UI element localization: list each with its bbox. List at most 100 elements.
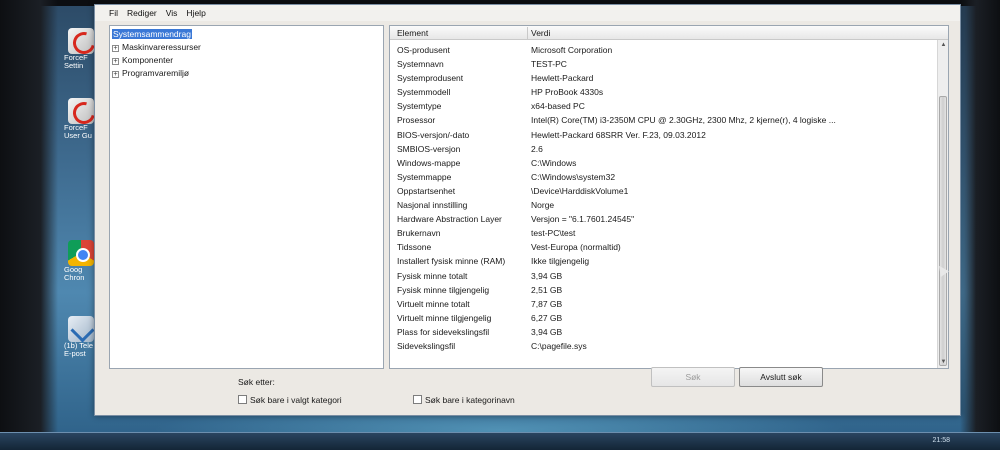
scroll-down-arrow-icon[interactable]: ▼ bbox=[938, 357, 948, 368]
row-element-cell: Systemtype bbox=[397, 101, 442, 112]
row-element-cell: Hardware Abstraction Layer bbox=[397, 214, 502, 225]
desktop-icon-forcefield-userguide[interactable]: ForceF User Gu bbox=[64, 98, 98, 140]
system-information-window: Fil Rediger Vis Hjelp Systemsammendrag +… bbox=[94, 4, 961, 416]
monitor-bezel-right bbox=[960, 0, 1000, 450]
row-element-cell: Systemprodusent bbox=[397, 73, 464, 84]
table-row[interactable]: Systemtype x64-based PC bbox=[390, 99, 930, 113]
expand-plus-icon[interactable]: + bbox=[112, 58, 119, 65]
table-row[interactable]: Windows-mappe C:\Windows bbox=[390, 156, 930, 170]
row-value-cell: Versjon = "6.1.7601.24545" bbox=[531, 214, 635, 225]
search-label: Søk etter: bbox=[238, 377, 275, 387]
close-search-button[interactable]: Avslutt søk bbox=[739, 367, 823, 387]
table-row[interactable]: Plass for sidevekslingsfil 3,94 GB bbox=[390, 325, 930, 339]
table-row[interactable]: Fysisk minne totalt 3,94 GB bbox=[390, 269, 930, 283]
tree-item-components[interactable]: + Komponenter bbox=[112, 54, 173, 66]
row-value-cell: Ikke tilgjengelig bbox=[531, 256, 590, 267]
table-row[interactable]: Systemmappe C:\Windows\system32 bbox=[390, 170, 930, 184]
scroll-up-arrow-icon[interactable]: ▲ bbox=[938, 40, 948, 51]
row-element-cell: Prosessor bbox=[397, 115, 436, 126]
table-row[interactable]: Oppstartsenhet \Device\HarddiskVolume1 bbox=[390, 184, 930, 198]
table-row[interactable]: Systemprodusent Hewlett-Packard bbox=[390, 71, 930, 85]
table-row[interactable]: Tidssone Vest-Europa (normaltid) bbox=[390, 240, 930, 254]
row-element-cell: Plass for sidevekslingsfil bbox=[397, 326, 490, 337]
row-element-cell: Sidevekslingsfil bbox=[397, 340, 456, 351]
tree-item-label: Maskinvareressurser bbox=[122, 42, 201, 52]
table-row[interactable]: BIOS-versjon/-dato Hewlett-Packard 68SRR … bbox=[390, 128, 930, 142]
checkbox-icon[interactable] bbox=[413, 395, 422, 404]
column-header-value[interactable]: Verdi bbox=[531, 28, 550, 38]
desktop-icon-google-chrome[interactable]: Goog Chron bbox=[64, 240, 98, 282]
row-element-cell: Installert fysisk minne (RAM) bbox=[397, 256, 506, 267]
vertical-scrollbar[interactable]: ▲ ▼ bbox=[937, 40, 948, 368]
tree-item-label: Systemsammendrag bbox=[112, 29, 192, 39]
table-row[interactable]: Systemmodell HP ProBook 4330s bbox=[390, 85, 930, 99]
desktop-icon-telenor[interactable]: (1b) Tele E-post bbox=[64, 316, 98, 358]
menu-bar: Fil Rediger Vis Hjelp bbox=[95, 5, 960, 21]
desktop-icon-label: Goog Chron bbox=[64, 266, 85, 282]
row-value-cell: C:\pagefile.sys bbox=[531, 340, 587, 351]
details-list: Element Verdi OS-produsent Microsoft Corp… bbox=[389, 25, 949, 369]
desktop-icon-label: ForceF Settin bbox=[64, 54, 88, 70]
table-row[interactable]: Sidevekslingsfil C:\pagefile.sys bbox=[390, 339, 930, 353]
scroll-thumb[interactable] bbox=[939, 96, 947, 366]
row-element-cell: Systemmodell bbox=[397, 87, 451, 98]
menu-file[interactable]: Fil bbox=[109, 8, 118, 18]
desktop-icon-forcefield-settings[interactable]: ForceF Settin bbox=[64, 28, 98, 70]
tree-item-software-environment[interactable]: + Programvaremiljø bbox=[112, 67, 189, 79]
table-row[interactable]: Brukernavn test-PC\test bbox=[390, 226, 930, 240]
row-value-cell: 6,27 GB bbox=[531, 312, 563, 323]
row-element-cell: Systemnavn bbox=[397, 59, 444, 70]
list-header: Element Verdi bbox=[390, 26, 948, 40]
menu-view[interactable]: Vis bbox=[166, 8, 178, 18]
tree-item-hardware-resources[interactable]: + Maskinvareressurser bbox=[112, 41, 201, 53]
expand-plus-icon[interactable]: + bbox=[112, 45, 119, 52]
menu-help[interactable]: Hjelp bbox=[186, 8, 205, 18]
expand-plus-icon[interactable]: + bbox=[112, 71, 119, 78]
row-element-cell: Windows-mappe bbox=[397, 157, 461, 168]
forcefield-icon bbox=[68, 28, 94, 54]
table-row[interactable]: Prosessor Intel(R) Core(TM) i3-2350M CPU … bbox=[390, 113, 930, 127]
table-row[interactable]: Virtuelt minne totalt 7,87 GB bbox=[390, 297, 930, 311]
row-element-cell: Fysisk minne totalt bbox=[397, 270, 468, 281]
table-row[interactable]: Systemnavn TEST-PC bbox=[390, 57, 930, 71]
tree-item-label: Komponenter bbox=[122, 55, 174, 65]
row-element-cell: Brukernavn bbox=[397, 228, 441, 239]
tree-item-system-summary[interactable]: Systemsammendrag bbox=[112, 28, 192, 40]
row-value-cell: 7,87 GB bbox=[531, 298, 563, 309]
menu-edit[interactable]: Rediger bbox=[127, 8, 157, 18]
chrome-icon bbox=[68, 240, 94, 266]
table-row[interactable]: Virtuelt minne tilgjengelig 6,27 GB bbox=[390, 311, 930, 325]
table-row[interactable]: Hardware Abstraction Layer Versjon = "6.1… bbox=[390, 212, 930, 226]
row-value-cell: C:\Windows bbox=[531, 157, 577, 168]
table-row[interactable]: Installert fysisk minne (RAM) Ikke tilgje… bbox=[390, 254, 930, 268]
row-value-cell: 3,94 GB bbox=[531, 270, 563, 281]
table-row[interactable]: SMBIOS-versjon 2.6 bbox=[390, 142, 930, 156]
row-value-cell: TEST-PC bbox=[531, 59, 567, 70]
checkbox-only-selected-category[interactable]: Søk bare i valgt kategori bbox=[238, 394, 342, 406]
search-button[interactable]: Søk bbox=[651, 367, 735, 387]
row-value-cell: 2,51 GB bbox=[531, 284, 563, 295]
row-value-cell: HP ProBook 4330s bbox=[531, 87, 604, 98]
row-value-cell: test-PC\test bbox=[531, 228, 576, 239]
checkbox-label: Søk bare i kategorinavn bbox=[425, 395, 515, 405]
checkbox-icon[interactable] bbox=[238, 395, 247, 404]
desktop-icon-label: (1b) Tele E-post bbox=[64, 342, 94, 358]
taskbar: 21:58 bbox=[0, 432, 1000, 450]
row-value-cell: Hewlett-Packard bbox=[531, 73, 594, 84]
checkbox-only-category-names[interactable]: Søk bare i kategorinavn bbox=[413, 394, 515, 406]
monitor-bezel-left bbox=[0, 0, 58, 450]
taskbar-clock[interactable]: 21:58 bbox=[932, 437, 950, 444]
search-input[interactable] bbox=[305, 371, 645, 389]
table-row[interactable]: Fysisk minne tilgjengelig 2,51 GB bbox=[390, 283, 930, 297]
table-row[interactable]: OS-produsent Microsoft Corporation bbox=[390, 43, 930, 57]
row-value-cell: 3,94 GB bbox=[531, 326, 563, 337]
column-divider[interactable] bbox=[527, 27, 528, 39]
column-header-element[interactable]: Element bbox=[397, 28, 428, 38]
row-element-cell: Fysisk minne tilgjengelig bbox=[397, 284, 490, 295]
table-row[interactable]: Nasjonal innstilling Norge bbox=[390, 198, 930, 212]
category-tree: Systemsammendrag + Maskinvareressurser + K… bbox=[109, 25, 384, 369]
row-element-cell: Virtuelt minne totalt bbox=[397, 298, 470, 309]
row-element-cell: Virtuelt minne tilgjengelig bbox=[397, 312, 492, 323]
telenor-icon bbox=[68, 316, 94, 342]
row-value-cell: Norge bbox=[531, 200, 555, 211]
